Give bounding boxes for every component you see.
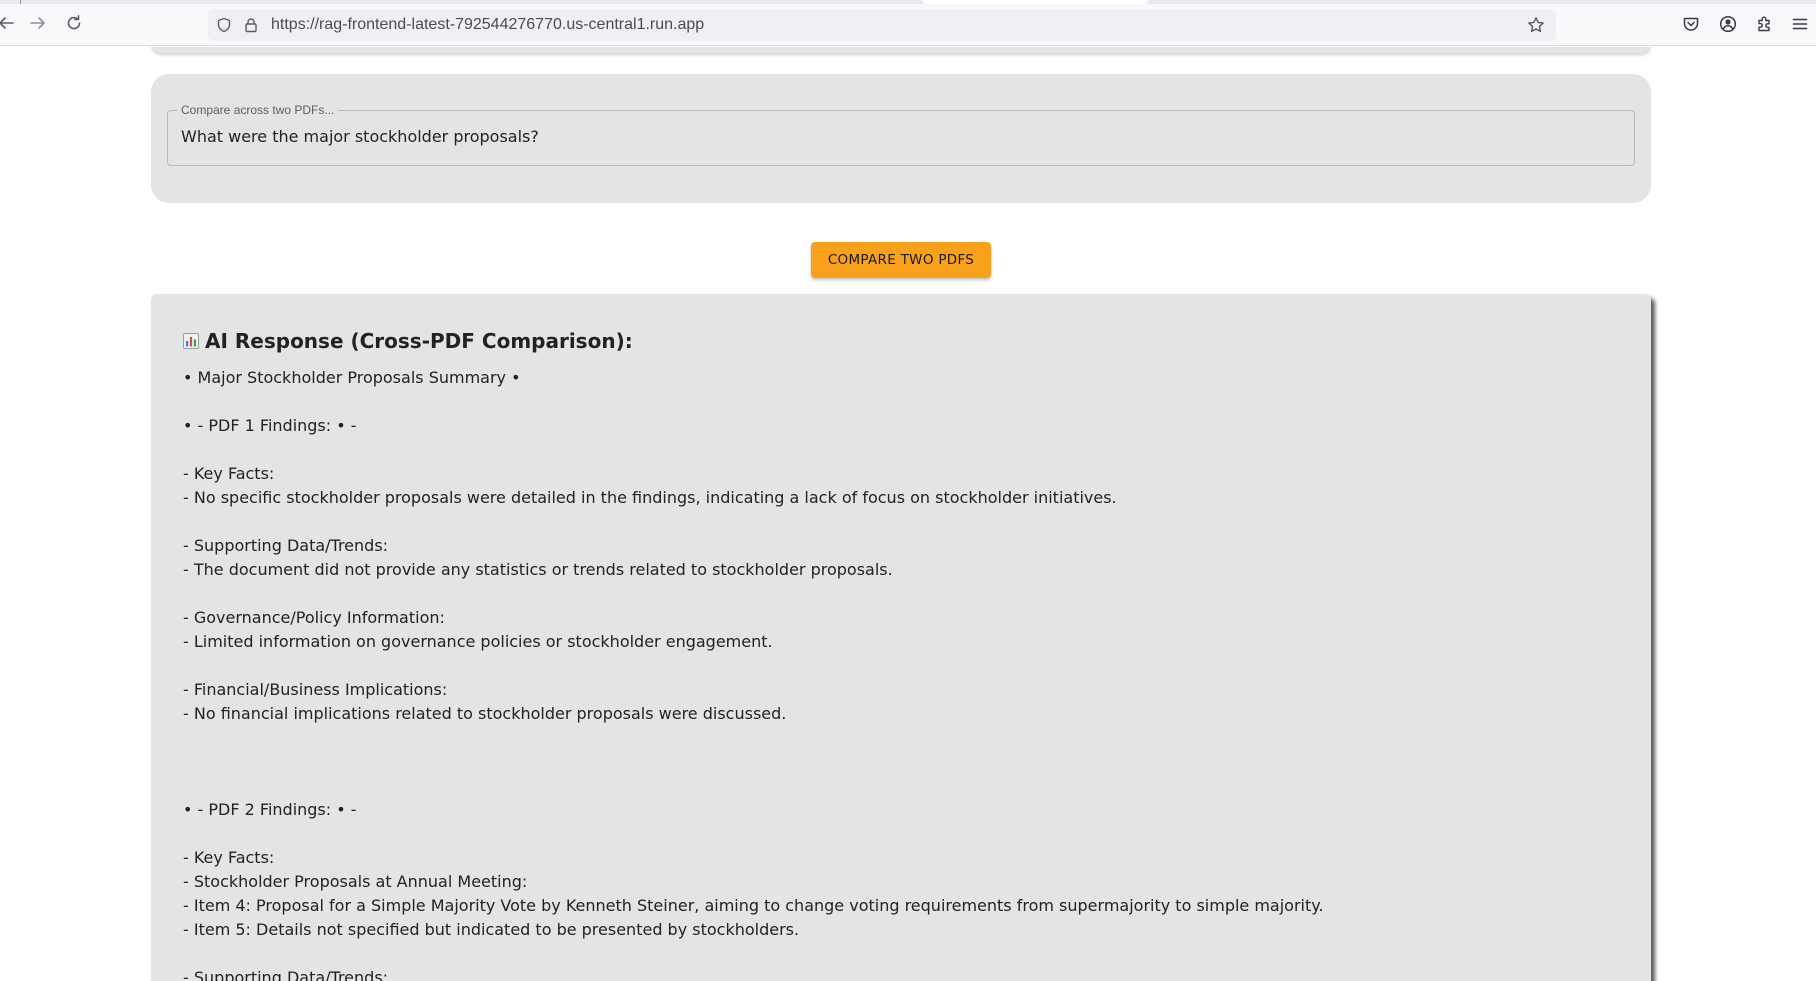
response-line (183, 774, 1623, 798)
compare-query-label: Compare across two PDFs... (177, 103, 339, 117)
response-line (183, 582, 1623, 606)
tracking-protection-shield-icon[interactable] (216, 17, 232, 33)
forward-arrow-icon[interactable] (26, 11, 50, 35)
response-line: - Key Facts: (183, 464, 275, 483)
response-heading: AI Response (Cross-PDF Comparison): (183, 329, 633, 353)
browser-toolbar: https://rag-frontend-latest-792544276770… (0, 0, 1816, 46)
response-line: - Item 4: Proposal for a Simple Majority… (183, 896, 1324, 915)
response-line (183, 390, 1623, 414)
response-title: AI Response (Cross-PDF Comparison): (205, 329, 633, 353)
response-line: - Supporting Data/Trends: (183, 536, 389, 555)
compare-query-input[interactable] (181, 127, 1621, 146)
tab-divider (20, 0, 21, 4)
ai-response-card: AI Response (Cross-PDF Comparison): • Ma… (151, 294, 1651, 981)
response-line: - Financial/Business Implications: (183, 680, 448, 699)
bookmark-star-icon[interactable] (1527, 16, 1545, 34)
reload-icon[interactable] (62, 11, 86, 35)
response-line (183, 942, 1623, 966)
account-icon[interactable] (1718, 14, 1738, 34)
compare-two-pdfs-button[interactable]: COMPARE TWO PDFS (811, 242, 991, 278)
response-line: • Major Stockholder Proposals Summary • (183, 368, 521, 387)
response-line (183, 438, 1623, 462)
response-line: - No specific stockholder proposals were… (183, 488, 1117, 507)
response-line: • - PDF 2 Findings: • - (183, 800, 357, 819)
response-line (183, 822, 1623, 846)
response-line: - No financial implications related to s… (183, 704, 787, 723)
response-line: - The document did not provide any stati… (183, 560, 893, 579)
response-line: - Limited information on governance poli… (183, 632, 773, 651)
pocket-icon[interactable] (1681, 14, 1701, 34)
response-body: • Major Stockholder Proposals Summary • •… (183, 366, 1623, 981)
response-line (183, 750, 1623, 774)
response-line: - Governance/Policy Information: (183, 608, 445, 627)
hamburger-menu-icon[interactable] (1790, 14, 1810, 34)
address-bar[interactable]: https://rag-frontend-latest-792544276770… (208, 9, 1556, 41)
response-line: - Key Facts: (183, 848, 275, 867)
back-arrow-icon[interactable] (0, 11, 18, 35)
response-line (183, 726, 1623, 750)
response-line: - Supporting Data/Trends: (183, 968, 389, 981)
bar-chart-icon (183, 333, 199, 349)
active-tab-edge[interactable] (922, 0, 1148, 4)
response-line: - Item 5: Details not specified but indi… (183, 920, 800, 939)
response-line: - Stockholder Proposals at Annual Meetin… (183, 872, 528, 891)
compare-query-field[interactable]: Compare across two PDFs... (167, 103, 1635, 166)
lock-icon[interactable] (243, 17, 259, 33)
query-card: Compare across two PDFs... (151, 74, 1651, 203)
page-content: Compare across two PDFs... COMPARE TWO P… (0, 47, 1816, 981)
extensions-icon[interactable] (1754, 14, 1774, 34)
response-line (183, 654, 1623, 678)
response-line (183, 510, 1623, 534)
previous-card-edge (151, 47, 1651, 53)
url-text[interactable]: https://rag-frontend-latest-792544276770… (271, 16, 704, 34)
tab-strip-edge (0, 0, 1816, 4)
response-line: • - PDF 1 Findings: • - (183, 416, 357, 435)
